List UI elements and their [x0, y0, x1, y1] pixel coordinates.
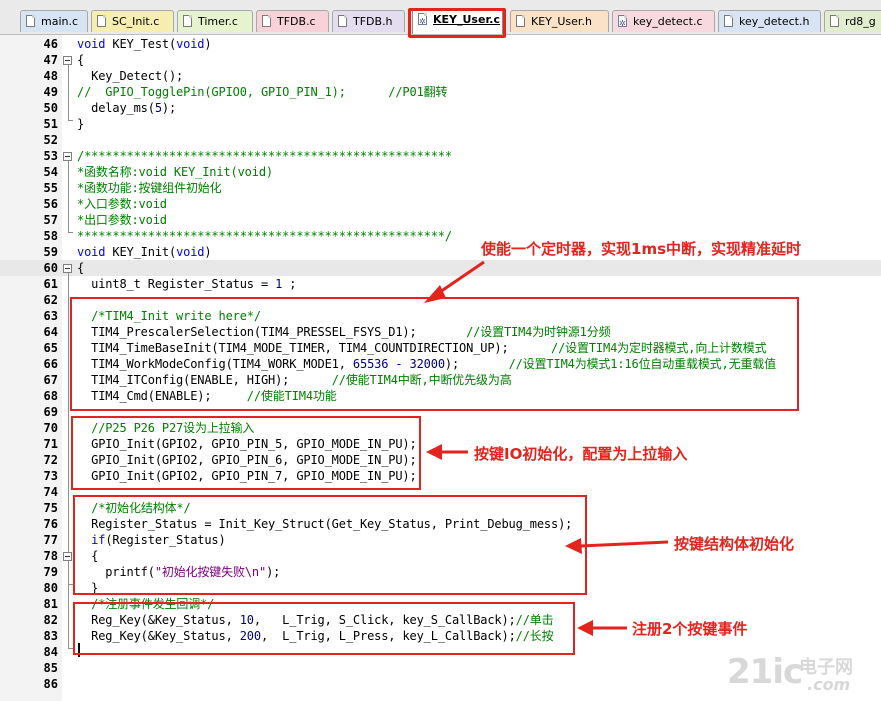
- watermark-domain: .com: [807, 675, 851, 694]
- watermark-logo: 21ic 电子网 .com: [727, 650, 877, 698]
- annotation-arrows: [424, 260, 669, 636]
- arrow-head-struct: [565, 538, 582, 554]
- arrow-head-gpio: [426, 444, 442, 460]
- arrow-head-register: [577, 620, 593, 636]
- arrow-head-timer: [424, 285, 446, 303]
- watermark-brand: 21ic: [727, 652, 803, 692]
- arrow-to-timer-block: [436, 260, 485, 296]
- arrow-to-struct-block: [579, 540, 669, 548]
